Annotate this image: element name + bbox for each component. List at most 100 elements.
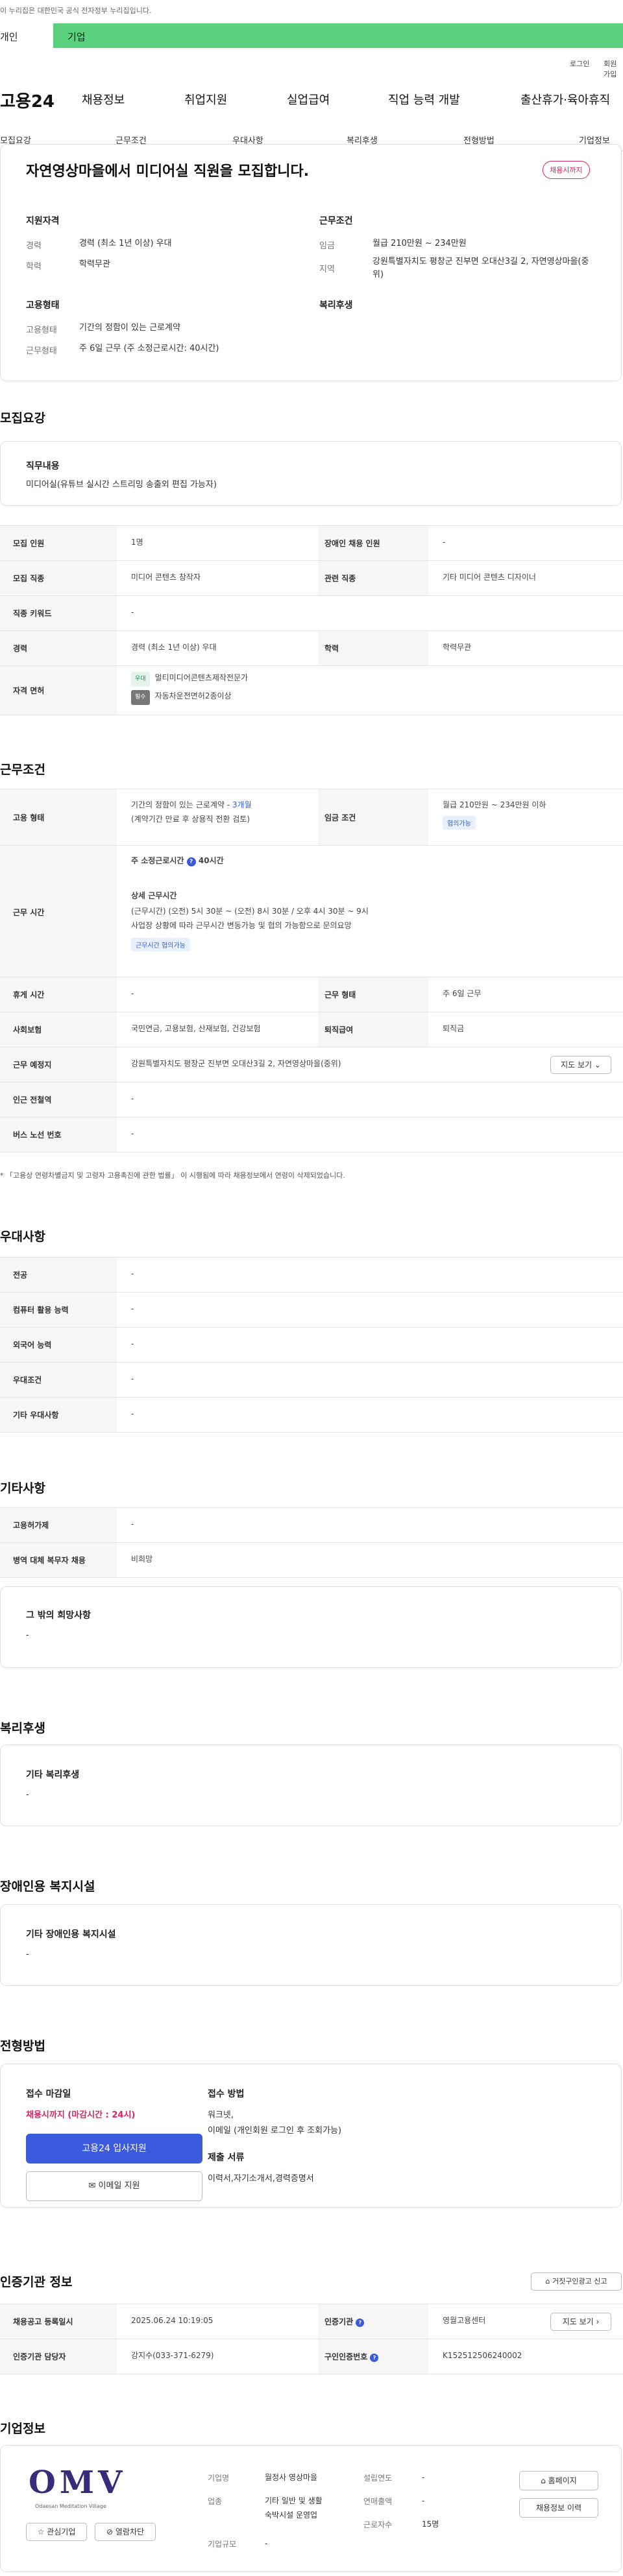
signup-link[interactable]: 회원가입 <box>604 58 623 79</box>
star-icon: ☆ <box>37 2527 45 2536</box>
license-item: 우대 멀티미디어콘텐츠제작전문가 <box>131 672 248 687</box>
company-key: 연매출액 <box>363 2497 393 2506</box>
row-value: - <box>131 1339 134 1348</box>
row-key: 근무 형태 <box>324 990 356 999</box>
login-link[interactable]: 로그인 <box>570 58 589 69</box>
row-key: 직종 키워드 <box>13 609 52 618</box>
homepage-button[interactable]: ⌂ 홈페이지 <box>519 2471 598 2490</box>
license-name: 자동차운전면허2종이상 <box>154 691 232 700</box>
form-value: 기간의 정함이 있는 근로계약 <box>79 323 180 333</box>
row-key: 임금 조건 <box>324 813 356 822</box>
row-key: 우대조건 <box>13 1376 42 1385</box>
gnb-training[interactable]: 직업 능력 개발 <box>388 91 460 108</box>
cond-label: 지역 <box>319 265 335 274</box>
row-key: 경력 <box>13 644 28 653</box>
audience-tabbar: 개인 기업 <box>0 23 623 48</box>
duty-card <box>0 441 622 506</box>
home-icon: ⌂ <box>545 2277 550 2285</box>
cert-map-button[interactable]: 지도 보기 › <box>550 2313 611 2331</box>
wage-value: 월급 210만원 ~ 234만원 이하 <box>443 800 546 809</box>
row-key: 장애인 채용 인원 <box>324 539 380 548</box>
row-value: - <box>131 989 134 998</box>
row-value: - <box>131 608 134 617</box>
company-value: 숙박시설 운영업 <box>265 2510 318 2520</box>
qual-value: 학력무관 <box>79 259 110 269</box>
qual-value: 경력 (최소 1년 이상) 우대 <box>79 239 172 248</box>
form-label: 고용형태 <box>26 326 57 335</box>
duty-title: 직무내용 <box>26 461 60 471</box>
section-title-etc: 기타사항 <box>0 1481 45 1496</box>
block-company-button[interactable]: ⊘ 열람차단 <box>95 2523 156 2541</box>
deadline-label: 접수 마감일 <box>26 2089 71 2099</box>
company-value: - <box>265 2539 268 2548</box>
section-title-welfare: 복리후생 <box>0 1721 45 1735</box>
row-value: 주 6일 근무 <box>443 989 482 998</box>
detail-hours: (근무시간) (오전) 5시 30분 ~ (오전) 8시 30분 / 오후 4시… <box>131 907 369 916</box>
company-logo-sub: Odaesan Meditation Village <box>35 2503 106 2509</box>
company-value: 15명 <box>422 2520 439 2529</box>
gnb-unemployment[interactable]: 실업급여 <box>287 91 330 108</box>
section-title-prefer: 우대사항 <box>0 1230 45 1244</box>
cond-value: 월급 210만원 ~ 234만원 <box>373 239 467 248</box>
tab-personal[interactable]: 개인 <box>0 23 53 48</box>
row-value: 퇴직금 <box>443 1024 465 1033</box>
license-tag: 필수 <box>131 690 150 705</box>
row-value: 국민연금, 고용보험, 산재보험, 건강보험 <box>131 1024 261 1033</box>
detail-hours-note: 사업장 상황에 따라 근무시간 변동가능 및 협의 가능함으로 문의요망 <box>131 921 352 930</box>
row-value: 영월고용센터 <box>443 2316 486 2325</box>
row-key: 관련 직종 <box>324 574 356 583</box>
duty-value: 미디어실(유튜브 실시간 스트리밍 송출외 편집 가능자) <box>26 480 217 490</box>
row-key: 인증기관 담당자 <box>13 2352 66 2361</box>
favorite-company-button[interactable]: ☆ 관심기업 <box>26 2523 87 2541</box>
gnb-leave[interactable]: 출산휴가·육아휴직 <box>520 91 610 108</box>
company-value: - <box>422 2473 425 2482</box>
disabled-box-value: - <box>26 1950 29 1959</box>
info-icon[interactable]: ? <box>356 2319 365 2327</box>
etc-wish-value: - <box>26 1630 29 1640</box>
row-key: 근무 시간 <box>13 908 45 917</box>
row-key: 고용 형태 <box>13 813 45 822</box>
deadline-badge: 채용시까지 <box>543 161 590 179</box>
history-button[interactable]: 채용정보 이력 <box>519 2498 598 2518</box>
page-root: 이 누리집은 대한민국 공식 전자정부 누리집입니다. 개인 기업 로그인 회원… <box>0 0 623 2576</box>
row-value: - <box>131 1094 134 1103</box>
row-key: 병역 대체 복무자 채용 <box>13 1556 86 1565</box>
info-icon[interactable]: ? <box>370 2354 379 2362</box>
detail-hours-title: 상세 근무시간 <box>131 891 177 900</box>
row-key: 전공 <box>13 1270 28 1280</box>
row-value: 강원특별자치도 평창군 진부면 오대산3길 2, 자연영상마을(중위) <box>131 1059 341 1068</box>
qual-label: 경력 <box>26 241 42 251</box>
welfare-box-value: - <box>26 1790 29 1800</box>
tab-business[interactable]: 기업 <box>67 30 86 43</box>
email-apply-button[interactable]: ✉ 이메일 지원 <box>26 2171 202 2201</box>
row-key: 컴퓨터 활용 능력 <box>13 1306 69 1315</box>
report-button[interactable]: ⌂ 거짓구인광고 신고 <box>531 2272 622 2291</box>
row-value: - <box>131 1269 134 1278</box>
cond-label: 임금 <box>319 241 335 251</box>
row-value: 2025.06.24 10:19:05 <box>131 2316 214 2325</box>
row-value: 강지수(033-371-6279) <box>131 2351 214 2360</box>
row-key: 사회보험 <box>13 1025 42 1034</box>
chevron-right-icon: › <box>596 2317 600 2326</box>
row-key: 모집 인원 <box>13 539 45 548</box>
form-title: 고용형태 <box>26 300 60 311</box>
company-key: 근로자수 <box>363 2520 393 2529</box>
gnb-jobs[interactable]: 채용정보 <box>82 91 125 108</box>
row-key: 기타 우대사항 <box>13 1411 59 1420</box>
section-title-disabled: 장애인용 복지시설 <box>0 1879 95 1894</box>
apply-button[interactable]: 고용24 입사지원 <box>26 2134 202 2164</box>
disabled-box-title: 기타 장애인용 복지시설 <box>26 1929 116 1940</box>
company-value: 월정사 영상마을 <box>265 2473 318 2482</box>
info-icon[interactable]: ? <box>186 857 196 866</box>
company-key: 업종 <box>208 2497 223 2506</box>
gnb-employment-support[interactable]: 취업지원 <box>184 91 227 108</box>
map-button[interactable]: 지도 보기 ⌄ <box>550 1056 611 1074</box>
deadline-value: 채용시까지 (마감시간 : 24시) <box>26 2110 136 2120</box>
row-value: - <box>131 1129 134 1138</box>
welfare-box-title: 기타 복리후생 <box>26 1770 80 1780</box>
emp-value: 기간의 정함이 있는 근로계약 - 3개월 <box>131 800 252 809</box>
site-logo[interactable]: 고용24 <box>0 88 55 112</box>
method-label: 접수 방법 <box>208 2089 245 2099</box>
section-title-work: 근무조건 <box>0 763 45 777</box>
row-value: 경력 (최소 1년 이상) 우대 <box>131 643 217 652</box>
